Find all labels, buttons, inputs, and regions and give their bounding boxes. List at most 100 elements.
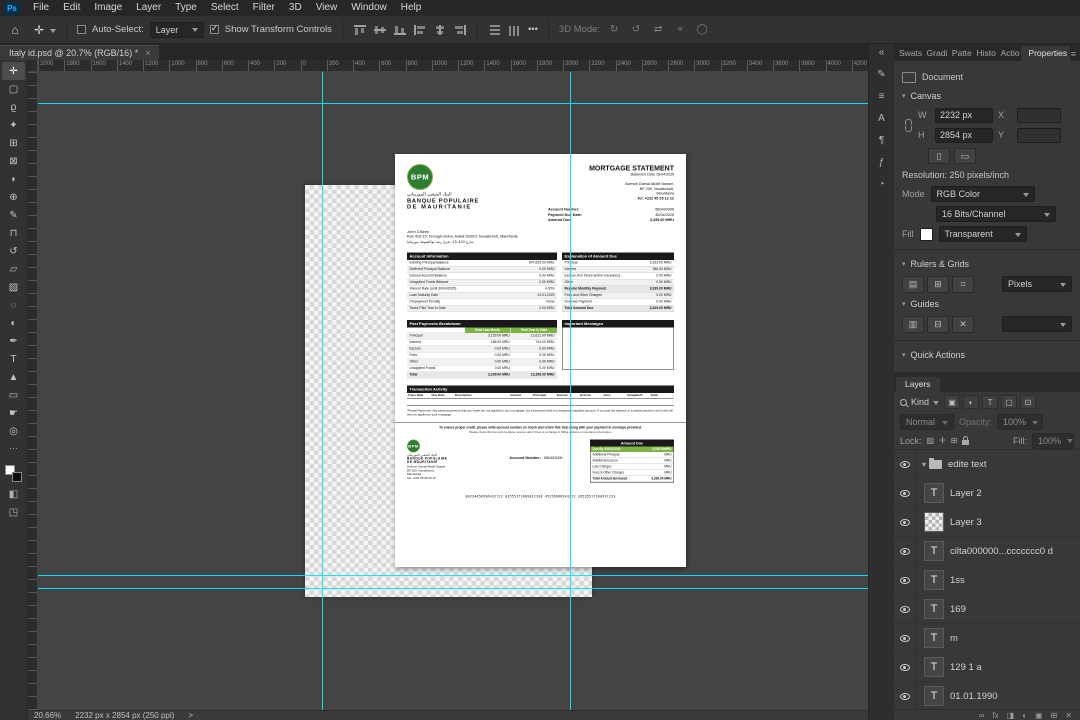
menu-item[interactable]: Layer (129, 0, 168, 16)
toggle-snap-icon[interactable]: ⌗ (952, 275, 974, 293)
lock-guides-icon[interactable]: ⊟ (927, 315, 949, 333)
brush-settings-icon[interactable]: ✎ (877, 69, 885, 80)
eraser-tool[interactable]: ▱ (2, 260, 25, 278)
layer-group-edite-text[interactable]: edite text (894, 450, 1080, 479)
menu-item[interactable]: Type (168, 0, 204, 16)
fill-select[interactable]: Transparent (938, 226, 1027, 242)
layers-tab[interactable]: Layers (896, 377, 940, 392)
new-group-icon[interactable]: ▣ (1035, 711, 1043, 720)
align-left-edges-icon[interactable] (412, 23, 427, 36)
layer-name[interactable]: Layer 3 (950, 517, 982, 528)
menu-item[interactable]: Help (394, 0, 429, 16)
layer-row-169[interactable]: 169 (894, 595, 1080, 624)
visibility-cell[interactable] (894, 508, 916, 536)
menu-item[interactable]: Filter (246, 0, 282, 16)
layer-effects-icon[interactable]: fx (992, 711, 998, 720)
frame-tool[interactable]: ⊠ (2, 152, 25, 170)
height-field[interactable]: 2854 px (935, 127, 993, 143)
layer-name[interactable]: Layer 2 (950, 488, 982, 499)
horizontal-ruler[interactable]: 2000 1800 1600 1400 1200 1000 800 600 400 200 0 200… (38, 60, 868, 72)
layer-row-layer-2[interactable]: Layer 2 (894, 479, 1080, 508)
3d-roll-icon[interactable]: ↺ (628, 24, 644, 35)
canvas-section-header[interactable]: ▾ Canvas (902, 87, 1072, 105)
layer-thumbnail[interactable] (924, 599, 944, 619)
history-dock-icon[interactable]: ◔ (878, 179, 884, 190)
properties-dock-icon[interactable]: ≡ (879, 91, 885, 102)
visibility-cell[interactable] (894, 624, 916, 652)
align-vertical-centers-icon[interactable] (372, 23, 387, 36)
toggle-grid-icon[interactable]: ⊞ (927, 275, 949, 293)
rectangular-marquee-tool[interactable]: ▢ (2, 80, 25, 98)
paragraph-panel-icon[interactable]: ¶ (879, 135, 884, 146)
link-dimensions-icon[interactable] (904, 118, 913, 132)
menu-item[interactable]: View (309, 0, 345, 16)
visibility-cell[interactable] (894, 479, 916, 507)
align-horizontal-centers-icon[interactable] (432, 23, 447, 36)
panel-tab[interactable]: Actio (998, 46, 1021, 61)
menu-item[interactable]: Select (204, 0, 246, 16)
link-layers-icon[interactable]: ∞ (979, 711, 985, 720)
toggle-rulers-icon[interactable]: ▤ (902, 275, 924, 293)
filter-shape-layers-icon[interactable]: ▢ (1001, 395, 1018, 409)
lock-position-icon[interactable]: ⊞ (951, 436, 958, 445)
pen-tool[interactable]: ✒ (2, 332, 25, 350)
3d-slide-icon[interactable]: ⌖ (672, 24, 688, 35)
auto-select-target-dropdown[interactable]: Layer (149, 21, 204, 38)
menu-item[interactable]: Edit (56, 0, 87, 16)
gradient-tool[interactable]: ▨ (2, 278, 25, 296)
align-right-edges-icon[interactable] (452, 23, 467, 36)
lasso-tool[interactable]: ϱ (2, 98, 25, 116)
background-color-swatch[interactable] (12, 472, 22, 482)
panel-tab[interactable]: Patte (949, 46, 973, 61)
path-selection-tool[interactable]: ▲ (2, 368, 25, 386)
rulers-grids-section-header[interactable]: ▾ Rulers & Grids (902, 255, 1072, 273)
bit-depth-select[interactable]: 16 Bits/Channel (936, 206, 1056, 222)
opacity-select[interactable]: 100% (997, 414, 1044, 430)
document-tab[interactable]: Italy id.psd @ 20.7% (RGB/16) * × (0, 45, 160, 60)
tool-preset-caret-icon[interactable] (50, 29, 56, 36)
distribute-vertically-icon[interactable] (487, 23, 502, 36)
distribute-horizontally-icon[interactable] (507, 23, 522, 36)
history-brush-tool[interactable]: ↺ (2, 242, 25, 260)
color-mode-select[interactable]: RGB Color (930, 186, 1035, 202)
clone-stamp-tool[interactable]: ⊓ (2, 224, 25, 242)
eye-icon[interactable] (899, 634, 910, 642)
edit-toolbar-icon[interactable]: ⋯ (9, 443, 18, 454)
glyphs-panel-icon[interactable]: ƒ (879, 157, 885, 168)
vertical-guide-2[interactable] (570, 72, 571, 710)
toggle-guides-icon[interactable]: ▥ (902, 315, 924, 333)
layer-name[interactable]: 129 1 a (950, 662, 982, 673)
canvas-area[interactable]: 2000 1800 1600 1400 1200 1000 800 600 400 200 0 200… (28, 60, 868, 710)
delete-layer-icon[interactable]: ✕ (1065, 711, 1072, 720)
dodge-tool[interactable]: ◐ (2, 314, 25, 332)
close-tab-icon[interactable]: × (145, 48, 150, 58)
eye-icon[interactable] (899, 460, 910, 468)
visibility-cell[interactable] (894, 653, 916, 681)
add-layer-mask-icon[interactable]: ◨ (1007, 711, 1015, 720)
auto-select-checkbox[interactable] (77, 25, 86, 34)
horizontal-type-tool[interactable]: T (2, 350, 25, 368)
horizontal-guide-3[interactable] (38, 588, 868, 589)
screen-mode-icon[interactable]: ◳ (9, 507, 18, 518)
blur-tool[interactable]: ◌ (2, 296, 25, 314)
layer-thumbnail[interactable] (924, 483, 944, 503)
guides-section-header[interactable]: ▾ Guides (902, 295, 1072, 313)
panel-tab-properties[interactable]: Properties (1021, 46, 1070, 61)
layer-row-layer-3[interactable]: Layer 3 (894, 508, 1080, 537)
layer-thumbnail[interactable] (924, 541, 944, 561)
layer-row-cilta[interactable]: cilta000000...ccccccc0 d (894, 537, 1080, 566)
layer-row-129-1-a[interactable]: 129 1 a (894, 653, 1080, 682)
fill-swatch[interactable] (919, 227, 933, 241)
more-options-button[interactable]: ••• (528, 24, 538, 35)
3d-scale-icon[interactable]: ◯ (694, 24, 710, 35)
3d-pan-icon[interactable]: ⇄ (650, 24, 666, 35)
eyedropper-tool[interactable]: ◗ (2, 170, 25, 188)
visibility-cell[interactable] (894, 450, 916, 478)
home-icon[interactable]: ⌂ (6, 23, 24, 37)
units-select[interactable]: Pixels (1002, 276, 1072, 292)
layer-name[interactable]: m (950, 633, 958, 644)
spot-healing-brush-tool[interactable]: ⊕ (2, 188, 25, 206)
layer-thumbnail[interactable] (924, 570, 944, 590)
new-layer-icon[interactable]: ⊞ (1051, 711, 1058, 720)
quick-actions-section-header[interactable]: ▾ Quick Actions (902, 346, 1072, 364)
